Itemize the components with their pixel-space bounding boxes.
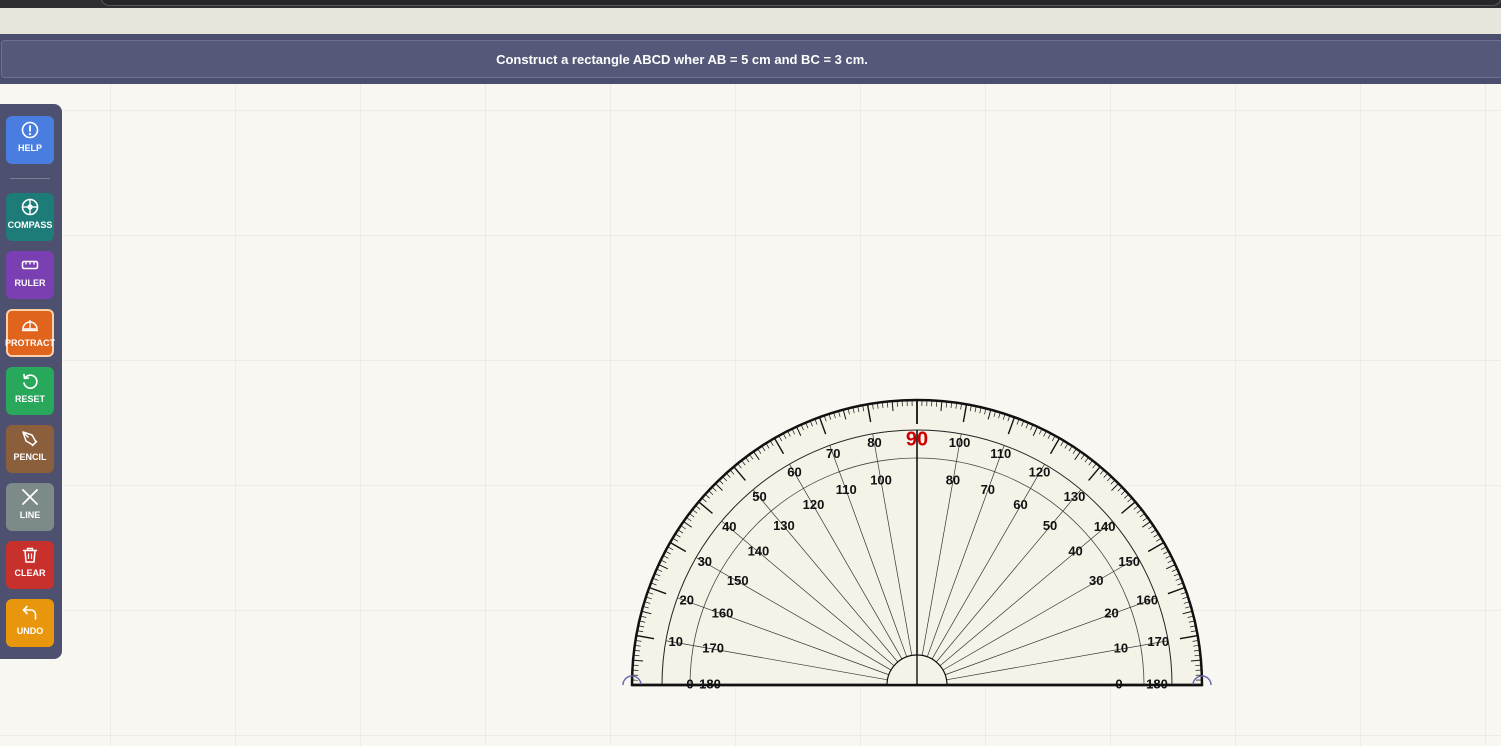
ruler-button[interactable]: RULER (6, 251, 54, 299)
trash-icon (22, 547, 38, 563)
protractor-inner-label: 80 (946, 473, 960, 488)
protractor-inner-label: 110 (836, 482, 857, 497)
reset-icon (23, 373, 38, 389)
toolbar-divider (10, 178, 50, 179)
tool-panel: HELP COMPASS RULER PROTRACT RESET PENCIL… (0, 104, 62, 659)
pencil-button[interactable]: PENCIL (6, 425, 54, 473)
protractor-outer-label: 50 (752, 489, 766, 504)
protractor-inner-label: 160 (712, 606, 734, 621)
undo-icon (22, 605, 37, 620)
clear-button[interactable]: CLEAR (6, 541, 54, 589)
line-label: LINE (19, 510, 41, 520)
protractor-outer-label: 70 (826, 446, 840, 461)
protractor-icon (22, 320, 38, 332)
protractor-outer-label: 170 (1147, 634, 1169, 649)
protractor-inner-label: 170 (702, 640, 724, 655)
protractor-inner-label: 50 (1043, 518, 1057, 533)
protractor-outer-label: 40 (722, 519, 736, 534)
reset-label: RESET (14, 394, 45, 404)
pencil-label: PENCIL (13, 452, 47, 462)
top-strip (0, 8, 1501, 34)
help-label: HELP (17, 143, 42, 153)
protractor-outer-label: 160 (1136, 593, 1158, 608)
protractor-outer-label: 80 (867, 435, 881, 450)
undo-button[interactable]: UNDO (6, 599, 54, 647)
protractor-outer-label: 150 (1118, 554, 1140, 569)
clear-label: CLEAR (14, 568, 46, 578)
protractor-inner-label: 60 (1013, 497, 1027, 512)
ruler-icon (21, 260, 39, 270)
address-bar[interactable] (100, 0, 1501, 6)
instruction-box: Construct a rectangle ABCD wher AB = 5 c… (1, 40, 1501, 78)
protractor-inner-label: 40 (1068, 543, 1082, 558)
ruler-label: RULER (14, 278, 46, 288)
protractor-inner-label: 130 (773, 518, 795, 533)
browser-top-bar (0, 0, 1501, 8)
protractor-inner-label: 100 (870, 473, 892, 488)
protractor-outer-label: 130 (1064, 489, 1086, 504)
help-button[interactable]: HELP (6, 116, 54, 164)
protractor-outer-label: 180 (1146, 676, 1168, 691)
line-icon (22, 489, 38, 505)
protractor-inner-label: 150 (727, 573, 749, 588)
protractor-outer-label: 60 (787, 464, 801, 479)
protractor-inner-label: 0 (1115, 676, 1122, 691)
protractor-outer-label: 30 (698, 554, 712, 569)
line-button[interactable]: LINE (6, 483, 54, 531)
protractor-outer-label: 140 (1094, 519, 1116, 534)
protractor-outer-label: 100 (949, 435, 971, 450)
compass-button[interactable]: COMPASS (6, 193, 54, 241)
protractor-inner-label: 70 (981, 482, 995, 497)
undo-label: UNDO (16, 626, 44, 636)
protractor-inner-label: 30 (1089, 573, 1103, 588)
reset-button[interactable]: RESET (6, 367, 54, 415)
protractor-label: PROTRACT (5, 338, 55, 348)
protractor-inner-label: 120 (803, 497, 825, 512)
protractor-inner-label: 10 (1114, 640, 1128, 655)
protractor-outer-label: 120 (1029, 464, 1051, 479)
info-icon (21, 121, 39, 139)
protractor[interactable]: 01020304050607080 90 100110120130140150160… (618, 395, 1218, 695)
instruction-banner: Construct a rectangle ABCD wher AB = 5 c… (0, 34, 1501, 84)
compass-label: COMPASS (7, 220, 53, 230)
compass-icon (21, 198, 39, 216)
pencil-icon (22, 431, 38, 447)
protractor-outer-label: 110 (990, 446, 1011, 461)
protractor-inner-label: 180 (699, 676, 721, 691)
instruction-text: Construct a rectangle ABCD wher AB = 5 c… (496, 51, 868, 67)
protractor-outer-label: 90 (906, 428, 928, 450)
protractor-outer-label: 0 (686, 676, 693, 691)
protractor-inner-label: 20 (1104, 606, 1118, 621)
protractor-button[interactable]: PROTRACT (5, 309, 55, 357)
protractor-outer-label: 20 (680, 593, 694, 608)
protractor-outer-label: 10 (668, 634, 682, 649)
protractor-inner-label: 140 (748, 543, 770, 558)
